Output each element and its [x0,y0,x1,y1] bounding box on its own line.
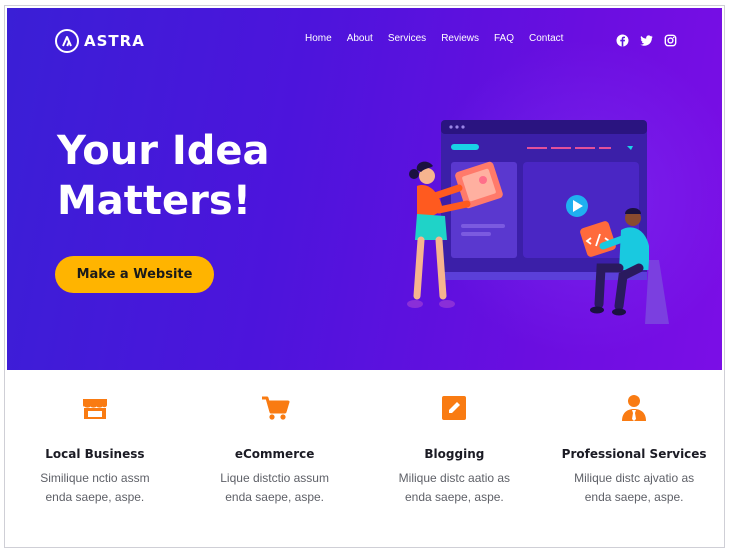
feature-desc: Lique distctio assum enda saepe, aspe. [193,469,357,507]
astra-logo-icon [55,29,79,53]
feature-title: eCommerce [234,447,315,461]
feature-professional-services: Professional Services Milique distc ajva… [544,371,724,547]
feature-desc: Milique distc ajvatio as enda saepe, asp… [552,469,716,507]
feature-ecommerce: eCommerce Lique distctio assum enda saep… [185,371,365,547]
feature-desc-line-2: enda saepe, aspe. [405,490,504,504]
cart-icon [260,393,290,423]
main-nav: Home About Services Reviews FAQ Contact [305,33,578,44]
feature-desc: Similique nctio assm enda saepe, aspe. [13,469,177,507]
store-icon [80,393,110,423]
nav-home[interactable]: Home [305,33,332,44]
feature-desc: Milique distc aatio as enda saepe, aspe. [373,469,537,507]
brand-name: ASTRA [84,32,145,50]
person-icon [619,393,649,423]
feature-local-business: Local Business Similique nctio assm enda… [5,371,185,547]
feature-desc-line-1: Milique distc aatio as [398,471,511,485]
hero-headline: Your Idea Matters! [57,126,377,226]
feature-desc-line-2: enda saepe, aspe. [584,490,684,504]
site-logo[interactable]: ASTRA [55,28,145,54]
nav-services[interactable]: Services [388,33,426,44]
nav-contact[interactable]: Contact [529,33,563,44]
make-website-button[interactable]: Make a Website [55,256,214,293]
feature-desc-line-1: Milique distc ajvatio as [574,471,695,485]
twitter-icon[interactable] [640,34,653,47]
feature-title: Blogging [424,447,485,461]
feature-desc-line-1: Similique nctio assm [40,471,150,485]
feature-desc-line-1: Lique distctio assum [220,471,329,485]
facebook-icon[interactable] [616,34,629,47]
headline-line-2: Matters! [57,178,251,224]
headline-line-1: Your Idea [57,128,270,174]
nav-faq[interactable]: FAQ [494,33,514,44]
social-links [616,34,677,47]
hero-section: ASTRA Home About Services Reviews FAQ Co… [7,8,722,370]
feature-blogging: Blogging Milique distc aatio as enda sae… [365,371,545,547]
page-frame: ASTRA Home About Services Reviews FAQ Co… [4,5,725,548]
feature-title: Local Business [45,447,145,461]
instagram-icon[interactable] [664,34,677,47]
nav-about[interactable]: About [347,33,373,44]
pencil-icon [439,393,469,423]
feature-desc-line-2: enda saepe, aspe. [225,490,324,504]
feature-title: Professional Services [561,447,707,461]
feature-desc-line-2: enda saepe, aspe. [45,490,145,504]
nav-reviews[interactable]: Reviews [441,33,479,44]
hero-illustration [407,120,669,324]
features-section: Local Business Similique nctio assm enda… [5,371,724,547]
